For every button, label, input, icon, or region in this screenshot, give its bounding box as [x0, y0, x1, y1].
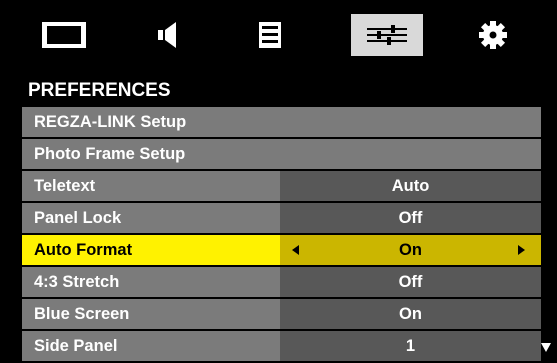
menu-item-photo-frame-setup[interactable]: Photo Frame Setup	[22, 139, 541, 169]
menu-item-blue-screen[interactable]: Blue Screen On	[22, 299, 541, 329]
arrow-right-icon[interactable]	[518, 245, 525, 255]
setup-icon	[259, 22, 281, 48]
menu-item-label: Blue Screen	[22, 299, 280, 329]
menu-item-value: On	[399, 241, 422, 259]
menu-item-value: Off	[280, 203, 541, 233]
scroll-down-icon[interactable]	[541, 343, 551, 352]
tab-picture[interactable]	[28, 14, 100, 56]
menu-item-teletext[interactable]: Teletext Auto	[22, 171, 541, 201]
menu-item-regza-link-setup[interactable]: REGZA-LINK Setup	[22, 107, 541, 137]
menu-item-label: Teletext	[22, 171, 280, 201]
menu-item-value: 1	[280, 331, 541, 361]
tab-sound[interactable]	[131, 14, 203, 56]
arrow-left-icon[interactable]	[292, 245, 299, 255]
menu-item-4-3-stretch[interactable]: 4:3 Stretch Off	[22, 267, 541, 297]
tab-options[interactable]	[457, 14, 529, 56]
picture-icon	[42, 22, 86, 48]
menu-item-auto-format[interactable]: Auto Format On	[22, 235, 541, 265]
menu-item-label: 4:3 Stretch	[22, 267, 280, 297]
menu-item-label: Panel Lock	[22, 203, 280, 233]
gear-icon	[479, 21, 507, 49]
menu-item-panel-lock[interactable]: Panel Lock Off	[22, 203, 541, 233]
menu-item-value: Off	[280, 267, 541, 297]
menu-item-label: Side Panel	[22, 331, 280, 361]
menu-item-label: Auto Format	[22, 235, 280, 265]
value-selector[interactable]: On	[280, 235, 541, 265]
menu-item-side-panel[interactable]: Side Panel 1	[22, 331, 541, 361]
tab-setup[interactable]	[234, 14, 306, 56]
page-title: PREFERENCES	[28, 80, 171, 101]
menu-item-label: REGZA-LINK Setup	[34, 113, 187, 131]
preferences-list: REGZA-LINK Setup Photo Frame Setup Telet…	[22, 107, 541, 363]
tab-preferences[interactable]	[351, 14, 423, 56]
menu-item-value: Auto	[280, 171, 541, 201]
menu-tab-bar	[0, 0, 557, 76]
preferences-icon	[367, 25, 407, 45]
menu-item-value: On	[280, 299, 541, 329]
sound-icon	[158, 22, 176, 48]
menu-item-label: Photo Frame Setup	[34, 145, 186, 163]
